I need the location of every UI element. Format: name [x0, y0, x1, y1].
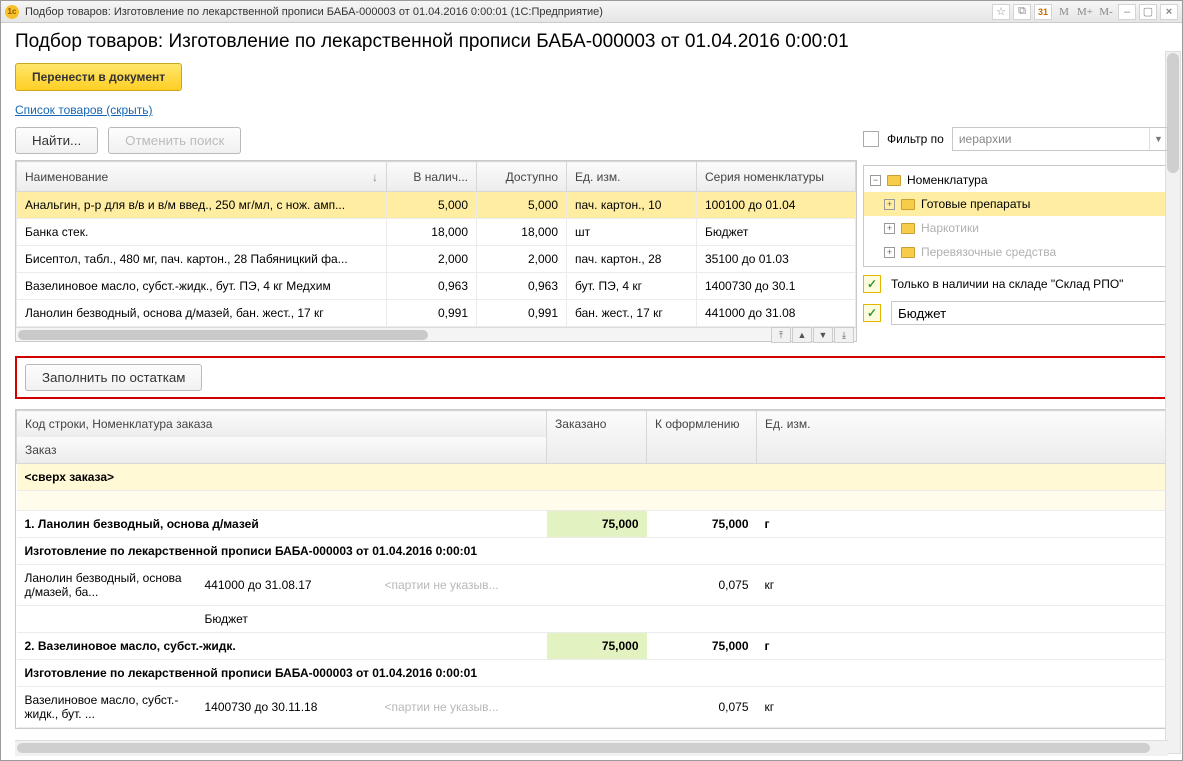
table-row[interactable]: Бисептол, табл., 480 мг, пач. картон., 2…: [17, 246, 856, 273]
col-available[interactable]: Доступно: [477, 162, 567, 192]
col-unit[interactable]: Ед. изм.: [757, 411, 1167, 464]
memory-mminus-icon[interactable]: M-: [1097, 4, 1115, 20]
col-to-make[interactable]: К оформлению: [647, 411, 757, 464]
filter-checkbox[interactable]: [863, 131, 879, 147]
tree-collapse-icon[interactable]: −: [870, 175, 881, 186]
fill-by-stock-button[interactable]: Заполнить по остаткам: [25, 364, 202, 391]
window-buttons: ☆ ⧉ 31 M M+ M- – ▢ ×: [992, 4, 1178, 20]
bottom-scrollbar[interactable]: [15, 740, 1168, 756]
order-item-detail[interactable]: Вазелиновое масло, субст.-жидк., бут. ..…: [17, 687, 1167, 728]
col-series[interactable]: Серия номенклатуры: [697, 162, 856, 192]
calc-icon[interactable]: ⧉: [1013, 4, 1031, 20]
maximize-icon[interactable]: ▢: [1139, 4, 1157, 20]
table-header-row: Наименование↓ В налич... Доступно Ед. из…: [17, 162, 856, 192]
order-item-subheader: Изготовление по лекарственной прописи БА…: [17, 660, 1167, 687]
col-order[interactable]: Заказ: [17, 437, 547, 464]
folder-icon: [901, 199, 915, 210]
hierarchy-tree: − Номенклатура + Готовые препараты + Нар…: [863, 165, 1168, 267]
transfer-button[interactable]: Перенести в документ: [15, 63, 182, 91]
app-icon: 1c: [5, 5, 19, 19]
scroll-up-icon[interactable]: ▲: [792, 327, 812, 343]
memory-mplus-icon[interactable]: M+: [1076, 4, 1094, 20]
tree-item-ready[interactable]: + Готовые препараты: [864, 192, 1167, 216]
scroll-up-top-icon[interactable]: ⤒: [771, 327, 791, 343]
table-row[interactable]: Вазелиновое масло, субст.-жидк., бут. ПЭ…: [17, 273, 856, 300]
folder-icon: [901, 247, 915, 258]
col-instock[interactable]: В налич...: [387, 162, 477, 192]
order-item-header[interactable]: 2. Вазелиновое масло, субст.-жидк. 75,00…: [17, 633, 1167, 660]
highlighted-button-frame: Заполнить по остаткам: [15, 356, 1168, 399]
filter-dropdown[interactable]: иерархии ▼: [952, 127, 1168, 151]
chevron-down-icon: ▼: [1149, 128, 1167, 150]
content-area: Подбор товаров: Изготовление по лекарств…: [1, 23, 1182, 760]
folder-icon: [887, 175, 901, 186]
table-row[interactable]: Анальгин, р-р для в/в и в/м введ., 250 м…: [17, 192, 856, 219]
order-item-subheader: Изготовление по лекарственной прописи БА…: [17, 538, 1167, 565]
budget-checkbox[interactable]: ✓: [863, 304, 881, 322]
filter-label: Фильтр по: [887, 132, 944, 146]
find-button[interactable]: Найти...: [15, 127, 98, 154]
calendar-icon[interactable]: 31: [1034, 4, 1052, 20]
horizontal-scrollbar[interactable]: ⤒ ▲ ▼ ⤓: [16, 327, 856, 341]
star-icon[interactable]: ☆: [992, 4, 1010, 20]
table-row[interactable]: Банка стек.18,00018,000штБюджет: [17, 219, 856, 246]
page-title: Подбор товаров: Изготовление по лекарств…: [15, 31, 1168, 53]
instock-label: Только в наличии на складе "Склад РПО": [891, 277, 1123, 291]
close-icon[interactable]: ×: [1160, 4, 1178, 20]
order-item-budget: Бюджет: [17, 606, 1167, 633]
titlebar: 1c Подбор товаров: Изготовление по лекар…: [1, 1, 1182, 23]
order-item-header[interactable]: 1. Ланолин безводный, основа д/мазей 75,…: [17, 511, 1167, 538]
col-unit[interactable]: Ед. изм.: [567, 162, 697, 192]
instock-checkbox[interactable]: ✓: [863, 275, 881, 293]
order-item-detail[interactable]: Ланолин безводный, основа д/мазей, ба...…: [17, 565, 1167, 606]
tree-expand-icon[interactable]: +: [884, 223, 895, 234]
scroll-down-bottom-icon[interactable]: ⤓: [834, 327, 854, 343]
tree-item-narcotics[interactable]: + Наркотики: [864, 216, 1167, 240]
memory-m-icon[interactable]: M: [1055, 4, 1073, 20]
budget-input[interactable]: [891, 301, 1168, 325]
tree-expand-icon[interactable]: +: [884, 199, 895, 210]
scroll-down-icon[interactable]: ▼: [813, 327, 833, 343]
over-order-row[interactable]: <сверх заказа>: [17, 464, 1167, 491]
over-order-spacer: [17, 491, 1167, 511]
folder-icon: [901, 223, 915, 234]
toggle-list-link[interactable]: Список товаров (скрыть): [15, 103, 1168, 117]
col-ordered[interactable]: Заказано: [547, 411, 647, 464]
app-window: 1c Подбор товаров: Изготовление по лекар…: [0, 0, 1183, 761]
order-table: Код строки, Номенклатура заказа Заказано…: [15, 409, 1168, 729]
nomenclature-table: Наименование↓ В налич... Доступно Ед. из…: [15, 160, 857, 342]
minimize-icon[interactable]: –: [1118, 4, 1136, 20]
tree-item-nomenclature[interactable]: − Номенклатура: [864, 168, 1167, 192]
vertical-scrollbar[interactable]: [1165, 51, 1181, 754]
col-code-nomen[interactable]: Код строки, Номенклатура заказа: [17, 411, 547, 438]
col-name[interactable]: Наименование↓: [17, 162, 387, 192]
table-row[interactable]: Ланолин безводный, основа д/мазей, бан. …: [17, 300, 856, 327]
tree-expand-icon[interactable]: +: [884, 247, 895, 258]
cancel-search-button[interactable]: Отменить поиск: [108, 127, 241, 154]
tree-item-bandage[interactable]: + Перевязочные средства: [864, 240, 1167, 264]
window-title: Подбор товаров: Изготовление по лекарств…: [25, 6, 992, 18]
